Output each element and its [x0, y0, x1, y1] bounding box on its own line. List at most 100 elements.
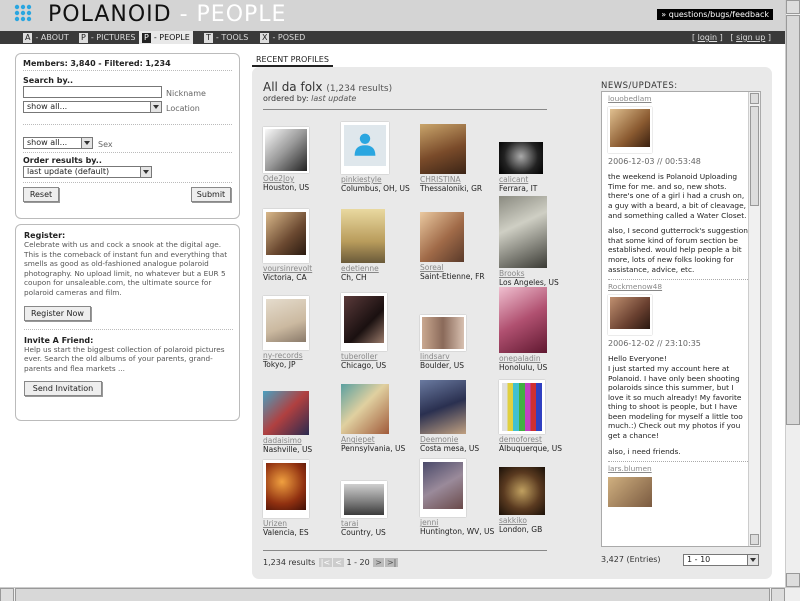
tab-about[interactable]: A- ABOUT: [20, 31, 72, 44]
profile-name[interactable]: jenni: [420, 518, 502, 527]
profile-thumbnail[interactable]: [420, 212, 464, 262]
profile-thumbnail[interactable]: [263, 209, 309, 263]
profile-thumbnail[interactable]: [499, 380, 545, 434]
profile-name[interactable]: demoforest: [499, 435, 581, 444]
profile-card[interactable]: calicant Ferrara, IT: [499, 142, 581, 193]
profile-card[interactable]: ny-records Tokyo, JP: [263, 296, 345, 369]
next-page-button[interactable]: >: [373, 558, 384, 567]
scroll-down-icon[interactable]: [786, 573, 800, 587]
news-thumbnail[interactable]: [608, 294, 652, 335]
page-horizontal-scrollbar[interactable]: [0, 587, 800, 601]
profile-name[interactable]: sakkiko: [499, 516, 581, 525]
register-now-button[interactable]: Register Now: [24, 305, 91, 321]
profile-name[interactable]: Ode2Joy: [263, 174, 345, 183]
profile-thumbnail[interactable]: [420, 380, 466, 434]
site-logo[interactable]: POLANOID - PEOPLE: [48, 2, 286, 27]
profile-name[interactable]: tuberoller: [341, 352, 423, 361]
profile-card[interactable]: Ode2Joy Houston, US: [263, 127, 345, 192]
profile-name[interactable]: voursinrevolt: [263, 264, 345, 273]
profile-card[interactable]: tuberoller Chicago, US: [341, 293, 423, 370]
profile-name[interactable]: calicant: [499, 175, 581, 184]
profile-card[interactable]: CHRISTINA Thessaloniki, GR: [420, 124, 502, 193]
profile-thumbnail[interactable]: [263, 460, 309, 518]
scroll-left-icon[interactable]: [0, 588, 14, 601]
tab-recent-profiles[interactable]: RECENT PROFILES: [252, 52, 333, 67]
tab-pictures[interactable]: P- PICTURES: [76, 31, 138, 44]
first-page-button[interactable]: |<: [318, 558, 333, 567]
profile-name[interactable]: Urizen: [263, 519, 345, 528]
news-page-select[interactable]: 1 - 10: [683, 554, 759, 566]
news-feed[interactable]: louobedlam 2006-12-03 // 00:53:48 the we…: [601, 91, 761, 547]
profile-name[interactable]: tarai: [341, 519, 423, 528]
profile-name[interactable]: Brooks: [499, 269, 581, 278]
profile-name[interactable]: onepaladin: [499, 354, 581, 363]
profile-thumbnail[interactable]: [341, 293, 387, 351]
profile-thumbnail[interactable]: [499, 142, 543, 174]
profile-card[interactable]: Urizen Valencia, ES: [263, 460, 345, 537]
profile-thumbnail[interactable]: [263, 391, 309, 435]
profile-card[interactable]: onepaladin Honolulu, US: [499, 287, 581, 372]
tab-posed[interactable]: X- POSED: [257, 31, 308, 44]
location-select[interactable]: show all...: [23, 101, 162, 113]
profile-card[interactable]: jenni Huntington, WV, US: [420, 459, 502, 536]
profile-card[interactable]: Brooks Los Angeles, US: [499, 196, 581, 287]
order-select[interactable]: last update (default): [23, 166, 152, 178]
profile-name[interactable]: Angiepet: [341, 435, 423, 444]
profile-name[interactable]: dadaisimo: [263, 436, 345, 445]
scroll-up-icon[interactable]: [786, 0, 800, 14]
scrollbar-thumb[interactable]: [750, 106, 759, 206]
news-user-link[interactable]: lars.blumen: [608, 464, 748, 474]
sex-select[interactable]: show all...: [23, 137, 93, 149]
last-page-button[interactable]: >|: [384, 558, 399, 567]
news-scrollbar[interactable]: [748, 92, 760, 546]
page-vertical-scrollbar[interactable]: [785, 0, 800, 587]
profile-card[interactable]: demoforest Albuquerque, US: [499, 380, 581, 453]
prev-page-button[interactable]: <: [333, 558, 344, 567]
profile-card[interactable]: edetienne Ch, CH: [341, 209, 423, 282]
submit-button[interactable]: Submit: [191, 187, 231, 202]
news-thumbnail[interactable]: [608, 476, 652, 507]
profile-card[interactable]: dadaisimo Nashville, US: [263, 391, 345, 454]
profile-thumbnail[interactable]: [420, 459, 466, 517]
profile-name[interactable]: ny-records: [263, 351, 345, 360]
profile-name[interactable]: CHRISTINA: [420, 175, 502, 184]
profile-thumbnail[interactable]: [341, 209, 385, 263]
profile-thumbnail[interactable]: [420, 124, 466, 174]
profile-thumbnail[interactable]: [341, 481, 387, 518]
login-link[interactable]: login: [698, 33, 718, 42]
send-invitation-button[interactable]: Send Invitation: [24, 381, 102, 397]
profile-card[interactable]: Soreal Saint-Etienne, FR: [420, 212, 502, 281]
profile-name[interactable]: Deemonie: [420, 435, 502, 444]
profile-card[interactable]: tarai Country, US: [341, 481, 423, 537]
profile-thumbnail[interactable]: [263, 127, 309, 173]
scrollbar-thumb[interactable]: [786, 15, 800, 425]
profile-thumbnail[interactable]: [420, 315, 466, 351]
profile-thumbnail[interactable]: [263, 296, 309, 350]
profile-card[interactable]: lindsarv Boulder, US: [420, 315, 502, 370]
profile-card[interactable]: Angiepet Pennsylvania, US: [341, 384, 423, 453]
news-user-link[interactable]: louobedlam: [608, 94, 748, 104]
news-user-link[interactable]: Rockmenow48: [608, 282, 748, 292]
profile-thumbnail[interactable]: [341, 122, 389, 174]
profile-name[interactable]: edetienne: [341, 264, 423, 273]
news-thumbnail[interactable]: [608, 106, 652, 153]
reset-button[interactable]: Reset: [23, 187, 59, 202]
profile-thumbnail[interactable]: [499, 287, 547, 353]
scrollbar-thumb[interactable]: [15, 588, 770, 601]
scroll-up-icon[interactable]: [750, 93, 759, 104]
profile-name[interactable]: pinkiestyle: [341, 175, 423, 184]
signup-link[interactable]: sign up: [736, 33, 765, 42]
scroll-down-icon[interactable]: [750, 534, 759, 545]
tab-tools[interactable]: T- TOOLS: [201, 31, 251, 44]
feedback-link[interactable]: » questions/bugs/feedback: [657, 9, 773, 20]
profile-name[interactable]: lindsarv: [420, 352, 502, 361]
scroll-right-icon[interactable]: [771, 588, 785, 601]
profile-card[interactable]: voursinrevolt Victoria, CA: [263, 209, 345, 282]
nickname-input[interactable]: [23, 86, 162, 98]
profile-card[interactable]: pinkiestyle Columbus, OH, US: [341, 122, 423, 193]
profile-name[interactable]: Soreal: [420, 263, 502, 272]
profile-card[interactable]: Deemonie Costa mesa, US: [420, 380, 502, 453]
profile-thumbnail[interactable]: [341, 384, 389, 434]
profile-thumbnail[interactable]: [499, 467, 545, 515]
tab-people[interactable]: P- PEOPLE: [139, 31, 193, 44]
